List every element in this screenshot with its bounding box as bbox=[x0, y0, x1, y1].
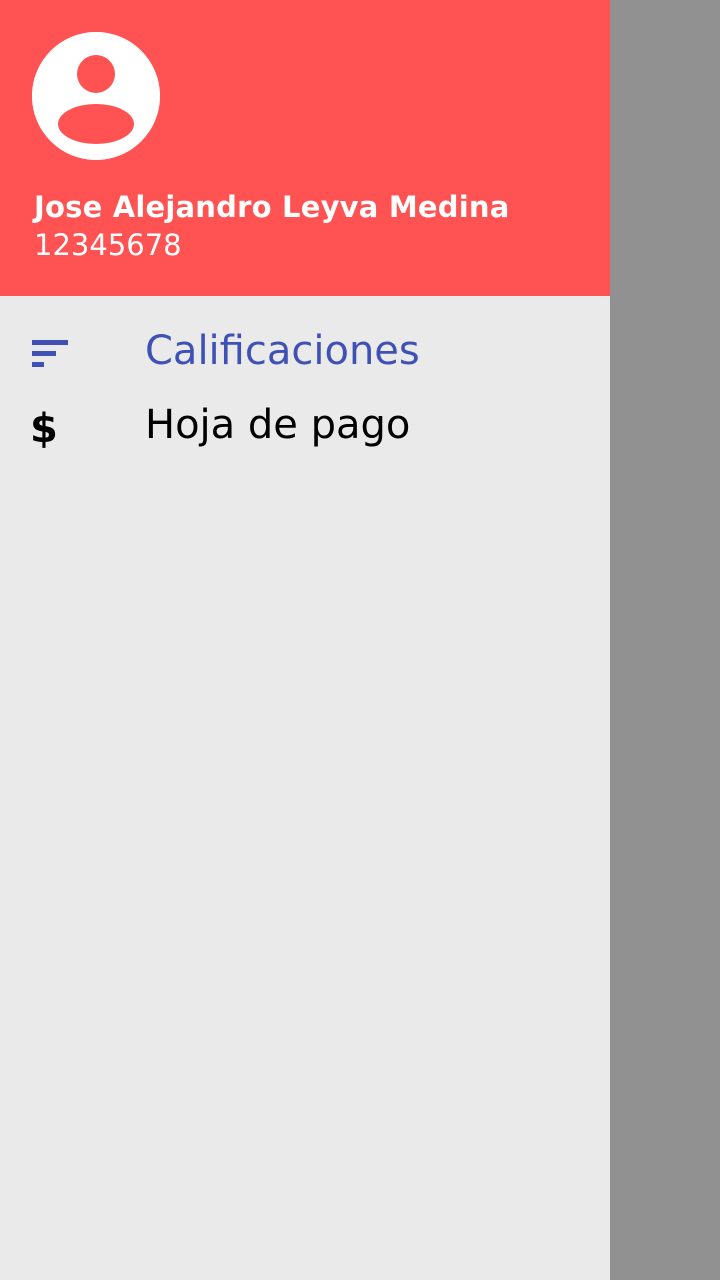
sort-icon bbox=[28, 330, 72, 374]
menu-item-label: Calificaciones bbox=[145, 328, 420, 374]
avatar bbox=[32, 32, 160, 160]
navigation-drawer: Jose Alejandro Leyva Medina 12345678 Cal… bbox=[0, 0, 610, 1280]
drawer-header: Jose Alejandro Leyva Medina 12345678 bbox=[0, 0, 610, 296]
menu-item-calificaciones[interactable]: Calificaciones bbox=[0, 312, 610, 386]
svg-text:$: $ bbox=[30, 406, 58, 448]
account-circle-icon bbox=[32, 32, 160, 160]
user-id: 12345678 bbox=[34, 228, 182, 262]
menu-item-hoja-de-pago[interactable]: $ Hoja de pago bbox=[0, 386, 610, 460]
user-name: Jose Alejandro Leyva Medina bbox=[34, 190, 510, 224]
dollar-icon: $ bbox=[28, 404, 72, 452]
drawer-menu: Calificaciones $ Hoja de pago bbox=[0, 312, 610, 460]
menu-item-label: Hoja de pago bbox=[145, 402, 411, 448]
